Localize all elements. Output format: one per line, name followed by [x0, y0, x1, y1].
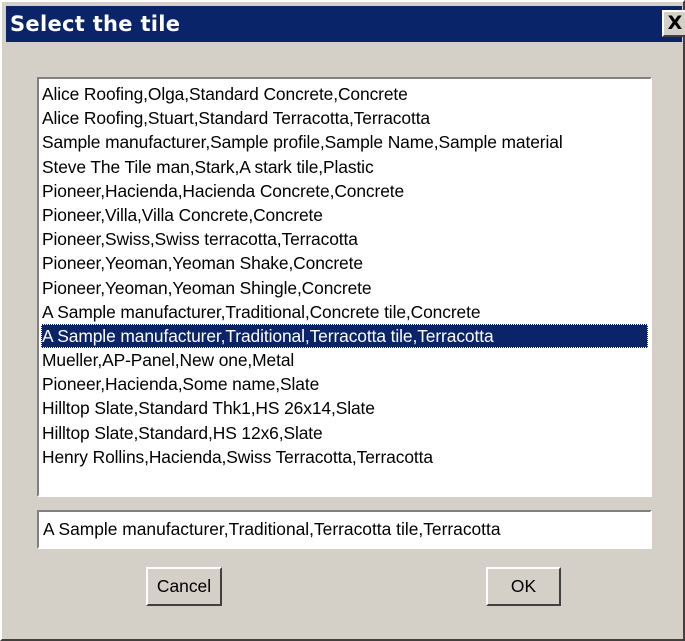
tile-list: Alice Roofing,Olga,Standard Concrete,Con…	[41, 82, 648, 469]
list-item[interactable]: Henry Rollins,Hacienda,Swiss Terracotta,…	[41, 445, 648, 469]
close-icon[interactable]: X	[662, 10, 685, 37]
list-item[interactable]: Pioneer,Yeoman,Yeoman Shake,Concrete	[41, 251, 648, 275]
ok-button[interactable]: OK	[486, 567, 561, 606]
list-item[interactable]: Pioneer,Hacienda,Some name,Slate	[41, 372, 648, 396]
list-item[interactable]: Pioneer,Swiss,Swiss terracotta,Terracott…	[41, 227, 648, 251]
list-item[interactable]: Mueller,AP-Panel,New one,Metal	[41, 348, 648, 372]
list-item[interactable]: Pioneer,Hacienda,Hacienda Concrete,Concr…	[41, 179, 648, 203]
select-tile-dialog: Select the tile X Alice Roofing,Olga,Sta…	[0, 0, 685, 641]
list-item[interactable]: Hilltop Slate,Standard Thk1,HS 26x14,Sla…	[41, 396, 648, 420]
list-item[interactable]: A Sample manufacturer,Traditional,Concre…	[41, 300, 648, 324]
list-item[interactable]: Alice Roofing,Olga,Standard Concrete,Con…	[41, 82, 648, 106]
selected-tile-field[interactable]	[37, 510, 652, 549]
list-item[interactable]: A Sample manufacturer,Traditional,Terrac…	[41, 323, 648, 349]
list-item[interactable]: Hilltop Slate,Standard,HS 12x6,Slate	[41, 421, 648, 445]
list-item[interactable]: Sample manufacturer,Sample profile,Sampl…	[41, 130, 648, 154]
tile-listbox[interactable]: Alice Roofing,Olga,Standard Concrete,Con…	[37, 77, 652, 497]
list-item[interactable]: Steve The Tile man,Stark,A stark tile,Pl…	[41, 155, 648, 179]
list-item[interactable]: Pioneer,Villa,Villa Concrete,Concrete	[41, 203, 648, 227]
list-item[interactable]: Pioneer,Yeoman,Yeoman Shingle,Concrete	[41, 276, 648, 300]
title-bar[interactable]: Select the tile X	[6, 6, 685, 42]
list-item[interactable]: Alice Roofing,Stuart,Standard Terracotta…	[41, 106, 648, 130]
dialog-title: Select the tile	[10, 12, 181, 36]
cancel-button[interactable]: Cancel	[146, 567, 222, 606]
